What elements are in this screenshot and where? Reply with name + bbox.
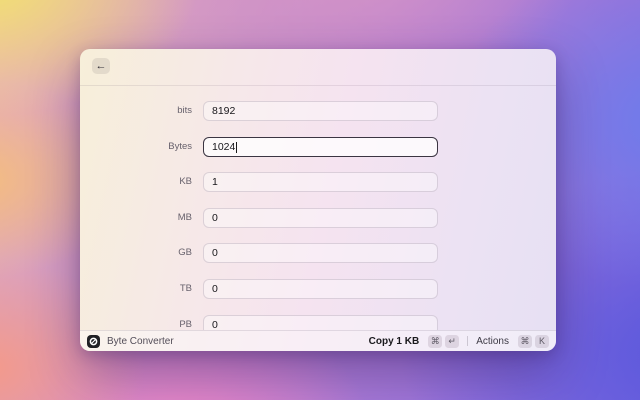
action-bar: Byte Converter Copy 1 KB ⌘ ↵ Actions ⌘ K bbox=[80, 330, 556, 351]
row-gb: GB 0 bbox=[80, 243, 556, 263]
kb-input[interactable]: 1 bbox=[203, 172, 438, 192]
pb-input[interactable]: 0 bbox=[203, 315, 438, 330]
window-header: ← bbox=[80, 49, 556, 86]
k-key-icon: K bbox=[535, 334, 549, 348]
kb-value: 1 bbox=[212, 176, 218, 188]
bits-value: 8192 bbox=[212, 105, 236, 117]
byte-converter-icon bbox=[87, 334, 100, 348]
copy-action-button[interactable]: Copy 1 KB ⌘ ↵ bbox=[368, 334, 460, 348]
pb-value: 0 bbox=[212, 319, 218, 330]
mb-value: 0 bbox=[212, 212, 218, 224]
row-mb: MB 0 bbox=[80, 208, 556, 228]
app-name: Byte Converter bbox=[107, 335, 174, 347]
tb-label: TB bbox=[179, 283, 192, 294]
kb-label: KB bbox=[179, 176, 192, 187]
bits-label: bits bbox=[177, 105, 192, 116]
converter-form: bits 8192 Bytes 1024 KB 1 MB 0 GB 0 TB 0… bbox=[80, 86, 556, 330]
tb-value: 0 bbox=[212, 283, 218, 295]
cmd-key-icon: ⌘ bbox=[428, 334, 443, 348]
bytes-label: Bytes bbox=[168, 141, 192, 152]
back-button[interactable]: ← bbox=[92, 58, 110, 74]
footer-separator bbox=[467, 336, 469, 346]
bits-input[interactable]: 8192 bbox=[203, 101, 438, 121]
gb-input[interactable]: 0 bbox=[203, 243, 438, 263]
byte-converter-window: ← bits 8192 Bytes 1024 KB 1 MB 0 GB 0 TB… bbox=[80, 49, 556, 351]
row-kb: KB 1 bbox=[80, 172, 556, 192]
back-arrow-icon: ← bbox=[95, 60, 107, 72]
tb-input[interactable]: 0 bbox=[203, 279, 438, 299]
gb-value: 0 bbox=[212, 247, 218, 259]
actions-label: Actions bbox=[476, 335, 509, 347]
gb-label: GB bbox=[178, 247, 192, 258]
row-bytes: Bytes 1024 bbox=[80, 137, 556, 157]
pb-label: PB bbox=[179, 319, 192, 330]
text-caret bbox=[236, 141, 238, 153]
actions-menu-button[interactable]: Actions ⌘ K bbox=[476, 334, 549, 348]
row-tb: TB 0 bbox=[80, 279, 556, 299]
bytes-input[interactable]: 1024 bbox=[203, 137, 438, 157]
row-bits: bits 8192 bbox=[80, 101, 556, 121]
copy-action-label: Copy 1 KB bbox=[368, 335, 420, 347]
slashed-zero-icon bbox=[89, 337, 98, 345]
cmd-key-icon: ⌘ bbox=[518, 334, 532, 348]
row-pb: PB 0 bbox=[80, 315, 556, 330]
bytes-value: 1024 bbox=[212, 141, 236, 153]
mb-input[interactable]: 0 bbox=[203, 208, 438, 228]
mb-label: MB bbox=[177, 212, 192, 223]
return-key-icon: ↵ bbox=[445, 334, 460, 348]
